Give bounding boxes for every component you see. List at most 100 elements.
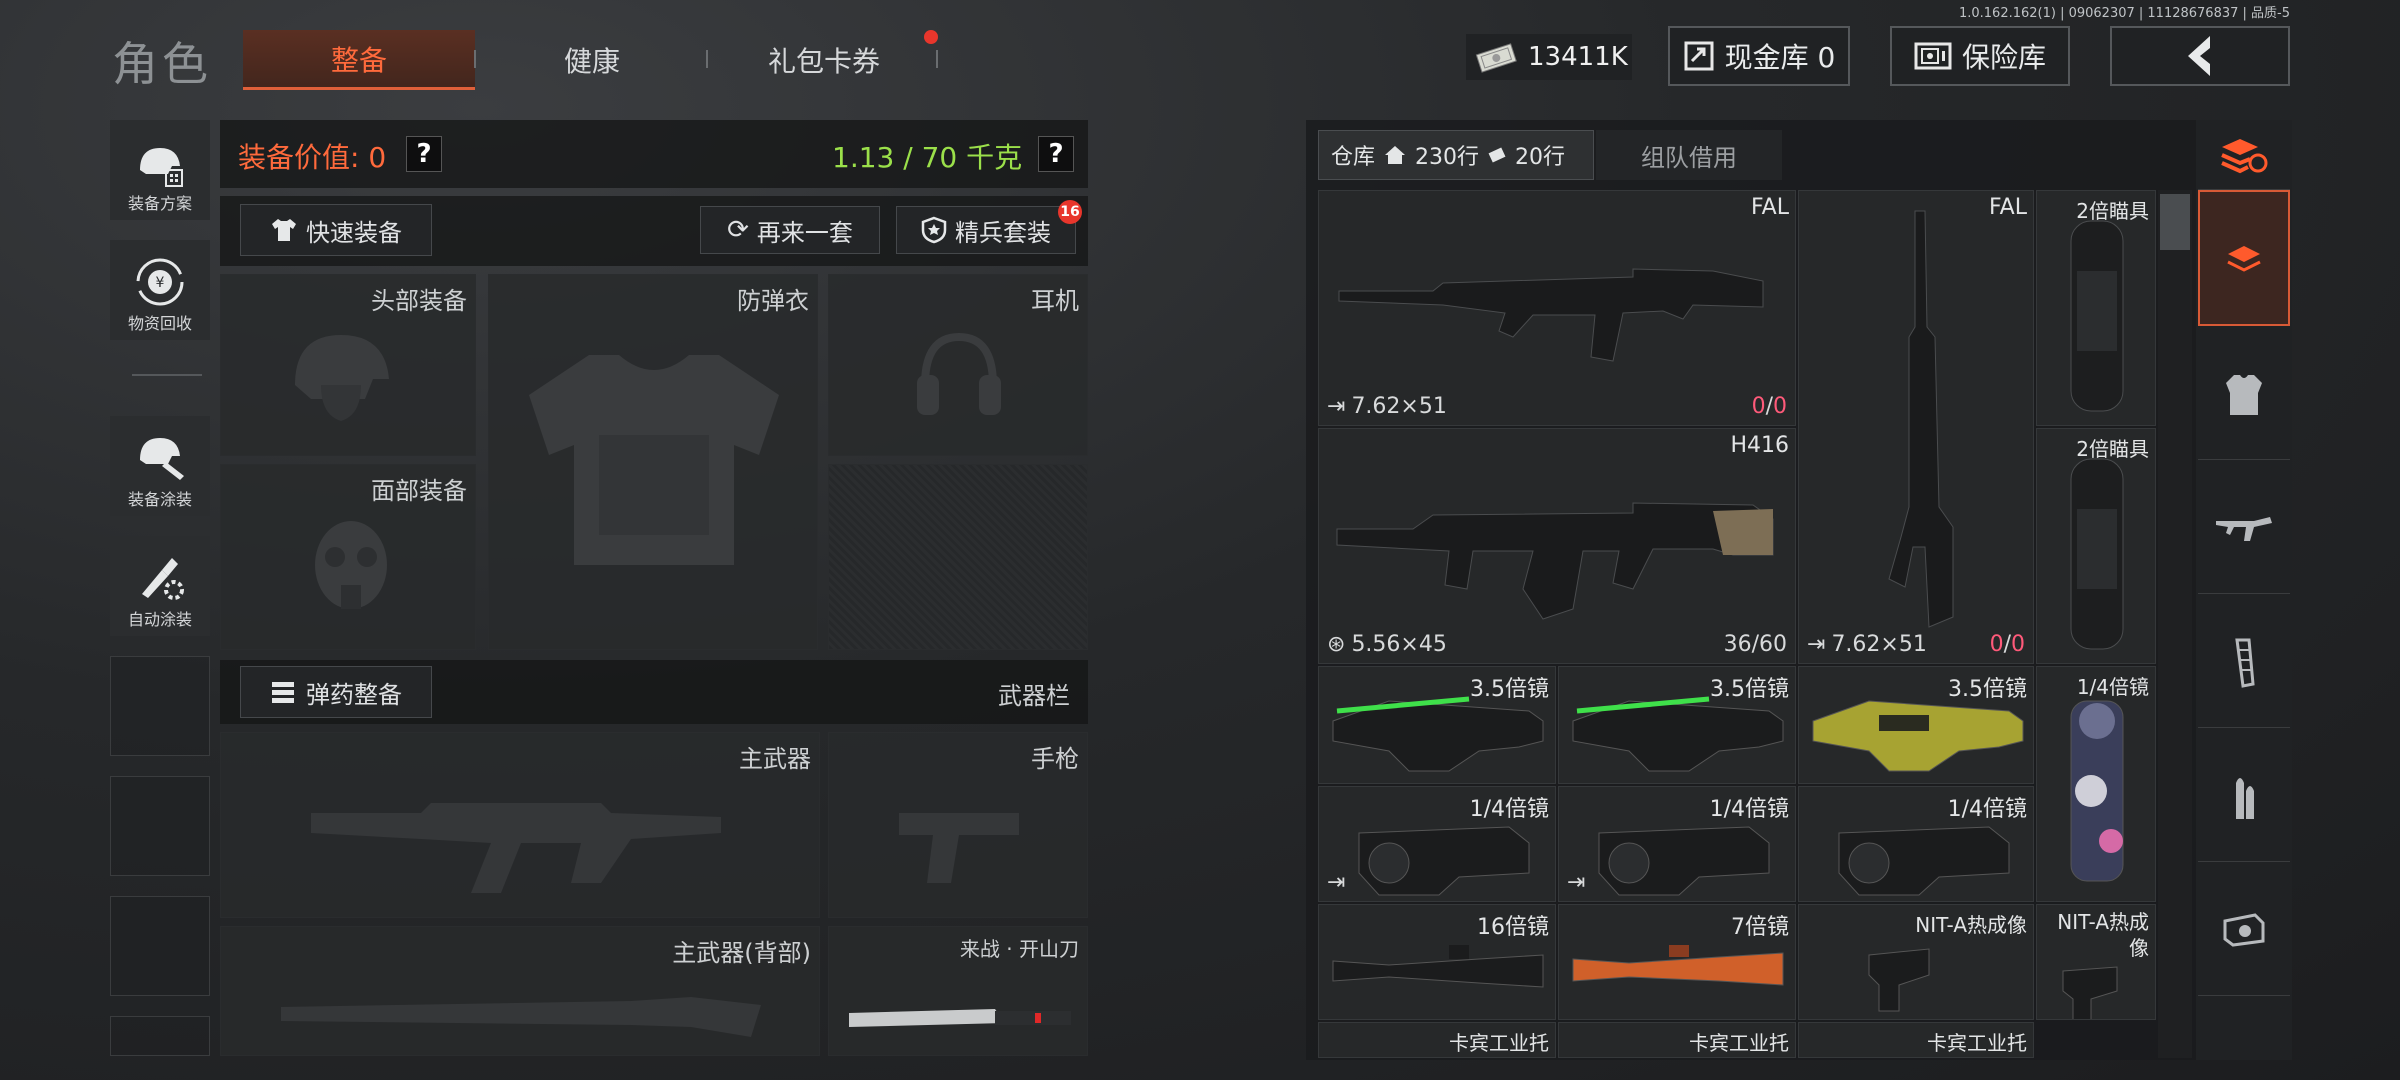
category-all[interactable] xyxy=(2198,190,2290,326)
quick-equip-label: 快速装备 xyxy=(306,218,402,247)
rifle-icon xyxy=(2216,516,2272,541)
auto-skin-button[interactable]: 自动涂装 xyxy=(110,536,210,636)
back-arrow-icon xyxy=(2188,36,2210,76)
weight-help-button[interactable]: ? xyxy=(1038,136,1074,172)
face-slot-label: 面部装备 xyxy=(371,477,467,505)
svg-text:¥: ¥ xyxy=(156,275,165,291)
value-help-button[interactable]: ? xyxy=(406,136,442,172)
category-magazines[interactable] xyxy=(2198,598,2290,728)
vest-icon xyxy=(2226,374,2262,415)
category-weapons[interactable] xyxy=(2198,464,2290,594)
face-slot[interactable]: 面部装备 xyxy=(220,464,476,650)
item-scope-1-4x[interactable]: 1/4倍镜 xyxy=(1798,786,2034,902)
scope-2x-icon xyxy=(2070,458,2124,650)
category-attachments[interactable] xyxy=(2198,866,2290,996)
team-borrow-tab[interactable]: 组队借用 xyxy=(1596,130,1782,180)
warehouse-scrollbar[interactable] xyxy=(2158,190,2192,1058)
item-scope-7x[interactable]: 7倍镜 xyxy=(1558,904,1796,1020)
item-scope-2x[interactable]: 2倍瞄具 xyxy=(2036,190,2156,426)
scope-3.5x-yellow-icon xyxy=(1812,700,2024,772)
item-name: NIT-A热成像 xyxy=(1915,913,2027,937)
tab-prepare[interactable]: 整备 xyxy=(243,30,475,90)
empty-sidebar-slot xyxy=(110,1016,210,1056)
item-stock[interactable]: 卡宾工业托 xyxy=(1558,1022,1796,1058)
h416-rifle-icon xyxy=(1336,502,1774,620)
back-button[interactable] xyxy=(2110,26,2290,86)
item-fal-horizontal[interactable]: FAL ⇥ 7.62×51 0/0 xyxy=(1318,190,1796,426)
item-name: 卡宾工业托 xyxy=(1449,1031,1549,1055)
primary-weapon-slot[interactable]: 主武器 xyxy=(220,732,820,918)
earphone-slot[interactable]: 耳机 xyxy=(828,274,1088,456)
scope-1-4x-icon xyxy=(1838,826,2010,896)
category-armor[interactable] xyxy=(2198,330,2290,460)
earphone-slot-label: 耳机 xyxy=(1031,287,1079,315)
item-scope-3.5x[interactable]: 3.5倍镜 xyxy=(1318,666,1556,784)
item-fal-vertical[interactable]: FAL ⇥ 7.62×51 0/0 xyxy=(1798,190,2034,664)
vest-slot[interactable]: 防弹衣 xyxy=(488,274,818,650)
item-scope-3.5x[interactable]: 3.5倍镜 xyxy=(1798,666,2034,784)
supply-recycle-button[interactable]: ¥ 物资回收 xyxy=(110,240,210,340)
machete-icon xyxy=(849,1009,1071,1027)
pistol-slot[interactable]: 手枪 xyxy=(828,732,1088,918)
melee-slot[interactable]: 来战 · 开山刀 xyxy=(828,926,1088,1056)
item-scope-3.5x[interactable]: 3.5倍镜 xyxy=(1558,666,1796,784)
safe-vault-button[interactable]: 保险库 xyxy=(1890,26,2070,86)
version-text: 1.0.162.162(1) | 09062307 | 11128676837 … xyxy=(1958,6,2290,21)
item-stock[interactable]: 卡宾工业托 xyxy=(1798,1022,2034,1058)
ammo-caliber: 7.62×51 xyxy=(1351,394,1447,419)
ammo-info: ⇥ 7.62×51 xyxy=(1807,632,1927,657)
tab-health[interactable]: 健康 xyxy=(476,30,708,90)
item-h416[interactable]: H416 ⊛ 5.56×45 36/60 xyxy=(1318,428,1796,664)
item-nit-a-thermal[interactable]: NIT-A热成像 xyxy=(1798,904,2034,1020)
scope-2x-icon xyxy=(2070,220,2124,412)
ammo-caliber: 7.62×51 xyxy=(1831,632,1927,657)
rifle-silhouette-icon xyxy=(311,803,721,893)
ammo-loaded: 0 xyxy=(1751,394,1766,419)
scrollbar-thumb[interactable] xyxy=(2160,194,2190,250)
ticket-icon xyxy=(1488,147,1506,163)
ammo-count: 0/0 xyxy=(1989,632,2025,657)
loadout-plan-label: 装备方案 xyxy=(127,194,192,213)
loadout-plan-button[interactable]: 装备方案 xyxy=(110,120,210,220)
item-scope-2x[interactable]: 2倍瞄具 xyxy=(2036,428,2156,664)
item-stock[interactable]: 卡宾工业托 xyxy=(1318,1022,1556,1058)
item-scope-1-4x-vertical[interactable]: 1/4倍镜 xyxy=(2036,666,2156,902)
empty-sidebar-slot xyxy=(110,896,210,996)
warehouse-tab[interactable]: 仓库 230行 20行 xyxy=(1318,130,1594,180)
head-slot-label: 头部装备 xyxy=(371,287,467,315)
primary-back-slot[interactable]: 主武器(背部) xyxy=(220,926,820,1056)
elite-kit-button[interactable]: 精兵套装 xyxy=(896,206,1076,254)
export-icon: ⇥ xyxy=(1807,632,1826,657)
item-nit-a-thermal[interactable]: NIT-A热成像 xyxy=(2036,904,2156,1020)
category-ammo[interactable] xyxy=(2198,732,2290,862)
fal-rifle-icon xyxy=(1338,268,1764,362)
shield-icon xyxy=(921,216,947,244)
tab-divider xyxy=(936,50,938,68)
item-scope-16x[interactable]: 16倍镜 xyxy=(1318,904,1556,1020)
currency-display: 13411K xyxy=(1466,34,1632,80)
head-slot[interactable]: 头部装备 xyxy=(220,274,476,456)
weapon-bar-label: 武器栏 xyxy=(998,682,1070,710)
equip-value-bar: 装备价值: 0 ? 1.13 / 70 千克 ? xyxy=(220,120,1088,188)
ammo-prep-button[interactable]: 弹药整备 xyxy=(240,666,432,718)
equip-skin-button[interactable]: 装备涂装 xyxy=(110,416,210,516)
item-scope-1-4x[interactable]: 1/4倍镜 ⇥ xyxy=(1558,786,1796,902)
safe-icon xyxy=(1914,42,1952,70)
tab-gift-coupons[interactable]: 礼包卡券 xyxy=(708,30,940,90)
item-scope-1-4x[interactable]: 1/4倍镜 ⇥ xyxy=(1318,786,1556,902)
item-name: FAL xyxy=(1751,195,1789,220)
cash-vault-button[interactable]: 现金库 0 xyxy=(1668,26,1850,86)
elite-kit-label: 精兵套装 xyxy=(955,218,1051,247)
primary-weapon-label: 主武器 xyxy=(739,745,811,773)
shirt-icon xyxy=(272,219,296,241)
empty-sidebar-slot xyxy=(110,656,210,756)
brush-gear-icon xyxy=(142,558,184,600)
quick-equip-button[interactable]: 快速装备 xyxy=(240,204,432,256)
ammo-type-icon: ⊛ xyxy=(1327,632,1346,657)
equip-again-button[interactable]: ⟳ 再来一套 xyxy=(700,206,880,254)
ammo-capacity: 0 xyxy=(1773,394,1787,419)
item-name: FAL xyxy=(1989,195,2027,220)
item-name: H416 xyxy=(1730,433,1789,458)
sort-stack-button[interactable] xyxy=(2198,120,2290,190)
ammo-count: 36/60 xyxy=(1723,632,1787,657)
